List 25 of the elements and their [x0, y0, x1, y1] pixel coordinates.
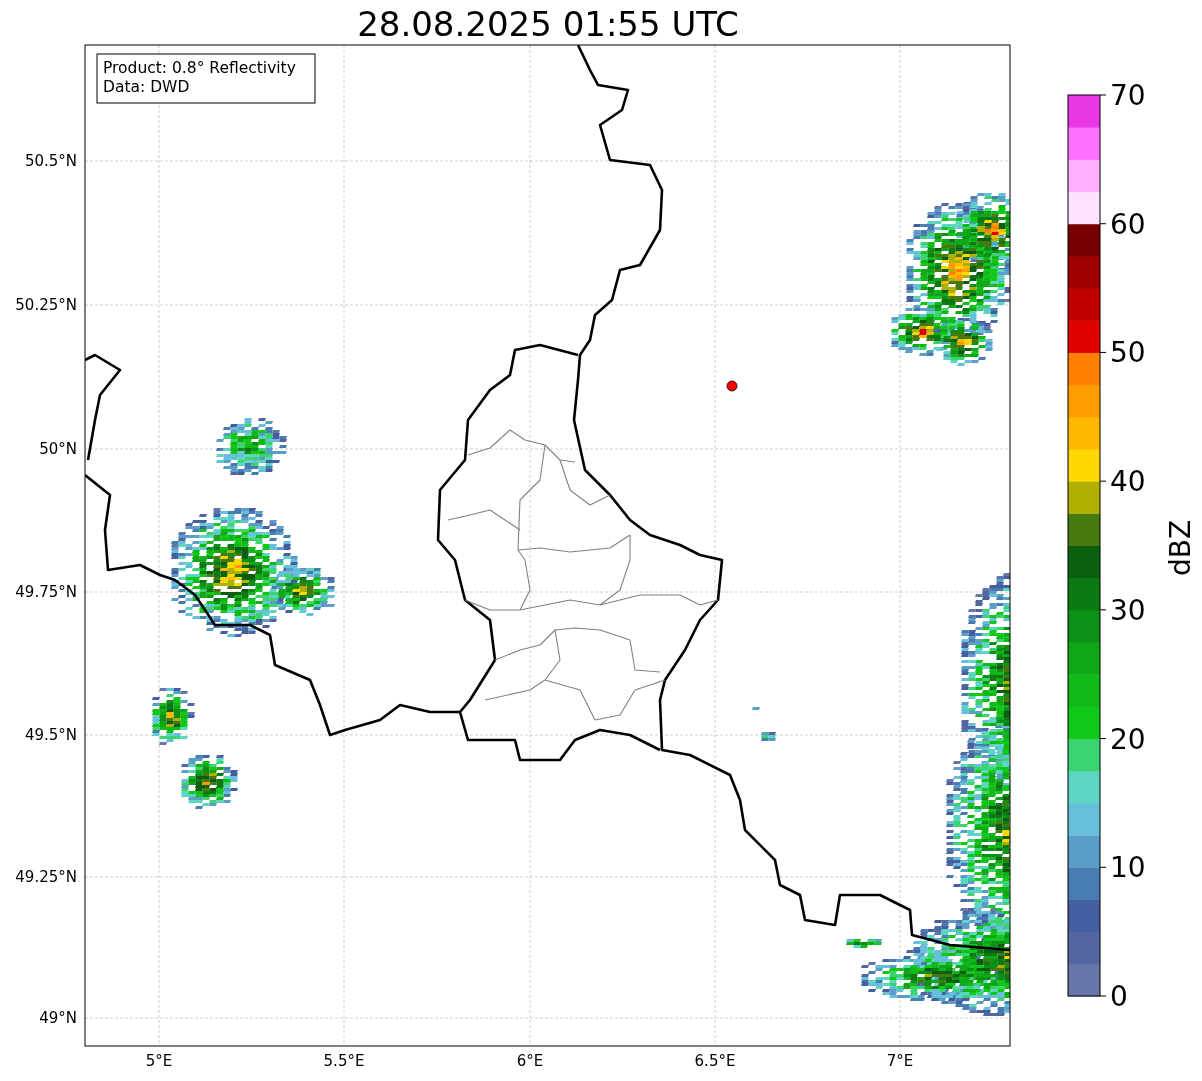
y-tick-label: 49.5°N — [24, 726, 77, 744]
colorbar-tick-label: 0 — [1110, 980, 1128, 1013]
colorbar-tick-label: 50 — [1110, 336, 1146, 370]
colorbar-tick-label: 10 — [1110, 851, 1146, 885]
colorbar-tick-label: 30 — [1110, 593, 1146, 627]
chart-title: 28.08.2025 01:55 UTC — [357, 4, 739, 44]
x-tick-label: 6.5°E — [694, 1052, 736, 1070]
y-tick-label: 49.25°N — [15, 868, 77, 886]
info-text: Data: DWD — [103, 78, 190, 96]
info-text: Product: 0.8° Reflectivity — [103, 59, 296, 77]
y-tick-label: 49°N — [39, 1009, 77, 1027]
colorbar-tick-label: 40 — [1110, 465, 1146, 499]
colorbar-tick-label: 60 — [1110, 207, 1146, 241]
y-tick-label: 49.75°N — [15, 583, 77, 601]
colorbar-tick-label: 20 — [1110, 722, 1146, 756]
radar-site-marker — [726, 380, 738, 392]
x-tick-label: 5°E — [145, 1052, 173, 1070]
colorbar-label: dBZ — [1164, 519, 1197, 577]
x-tick-label: 5.5°E — [323, 1052, 365, 1070]
y-tick-label: 50°N — [39, 440, 77, 458]
y-tick-label: 50.25°N — [15, 296, 77, 314]
x-tick-label: 7°E — [886, 1052, 914, 1070]
colorbar-tick-label: 70 — [1110, 79, 1146, 112]
y-tick-label: 50.5°N — [24, 152, 77, 170]
x-tick-label: 6°E — [516, 1052, 544, 1070]
